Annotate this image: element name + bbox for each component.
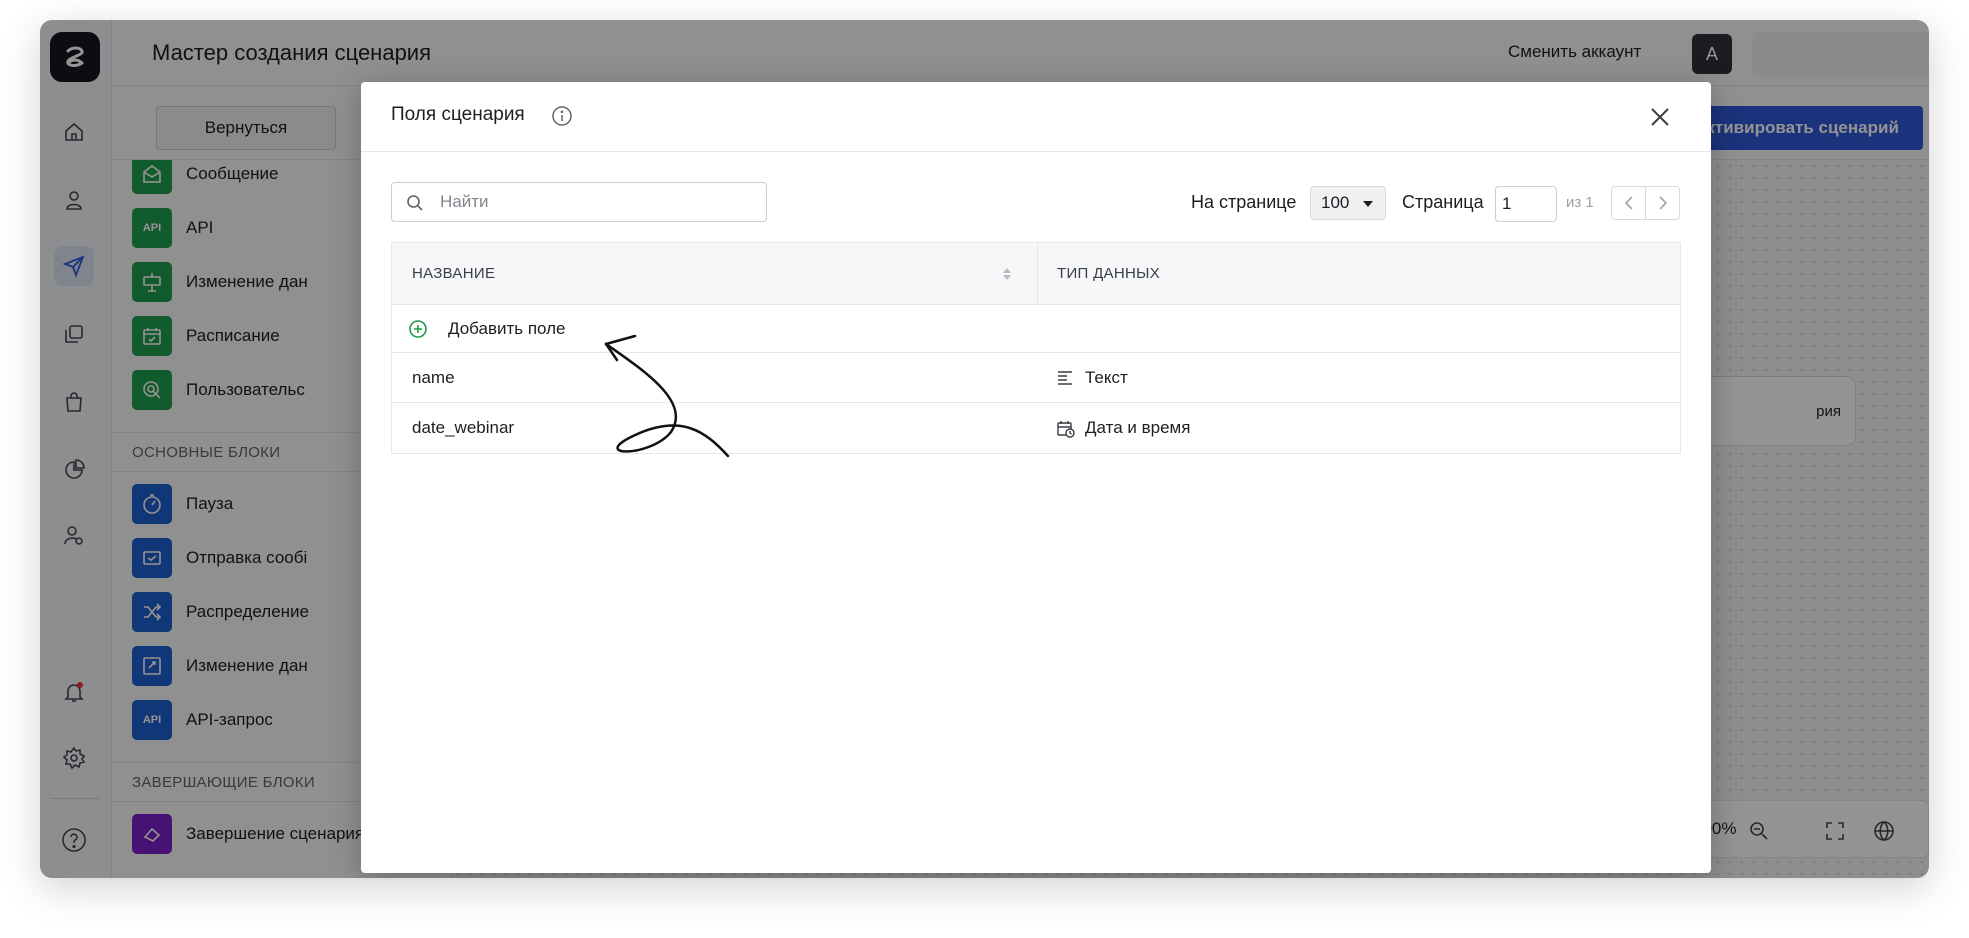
modal-header: Поля сценария: [361, 82, 1711, 152]
table-row[interactable]: name Текст: [392, 353, 1680, 403]
add-circle-icon: [409, 320, 427, 338]
column-divider: [1037, 243, 1038, 305]
prev-page-button[interactable]: [1611, 186, 1646, 220]
field-name: name: [412, 368, 455, 387]
add-field-label[interactable]: Добавить поле: [448, 319, 566, 339]
info-icon[interactable]: [551, 105, 573, 127]
per-page-label: На странице: [1191, 192, 1297, 212]
page-total: из 1: [1566, 194, 1594, 211]
per-page-value: 100: [1321, 193, 1350, 212]
add-field-row[interactable]: Добавить поле: [392, 305, 1680, 353]
column-header-type: ТИП ДАННЫХ: [1057, 265, 1161, 282]
caret-down-icon: [1363, 201, 1373, 207]
fields-table: НАЗВАНИЕ ТИП ДАННЫХ Добавить поле name Т…: [391, 242, 1681, 454]
calendar-clock-icon: [1057, 421, 1075, 438]
page-label: Страница: [1402, 192, 1484, 212]
next-page-button[interactable]: [1645, 186, 1680, 220]
text-lines-icon: [1058, 371, 1072, 385]
search-icon: [407, 195, 423, 211]
search-field[interactable]: [391, 182, 767, 222]
column-header-name[interactable]: НАЗВАНИЕ: [412, 265, 495, 282]
search-input[interactable]: [440, 183, 760, 221]
field-name: date_webinar: [412, 418, 515, 437]
close-icon[interactable]: [1647, 104, 1673, 130]
scenario-fields-modal: Поля сценария На странице 100 Страница и…: [361, 82, 1711, 873]
modal-title: Поля сценария: [391, 104, 525, 125]
app-window: Мастер создания сценария Сменить аккаунт…: [40, 20, 1929, 878]
chevron-right-icon: [1658, 196, 1667, 210]
page-number-input[interactable]: [1495, 186, 1557, 222]
chevron-left-icon: [1624, 196, 1633, 210]
field-type: Дата и время: [1085, 418, 1191, 437]
field-type: Текст: [1085, 368, 1128, 387]
table-row[interactable]: date_webinar Дата и время: [392, 403, 1680, 453]
sort-icon[interactable]: [1002, 266, 1012, 282]
per-page-select[interactable]: 100: [1310, 186, 1386, 220]
table-header: НАЗВАНИЕ ТИП ДАННЫХ: [392, 243, 1680, 305]
